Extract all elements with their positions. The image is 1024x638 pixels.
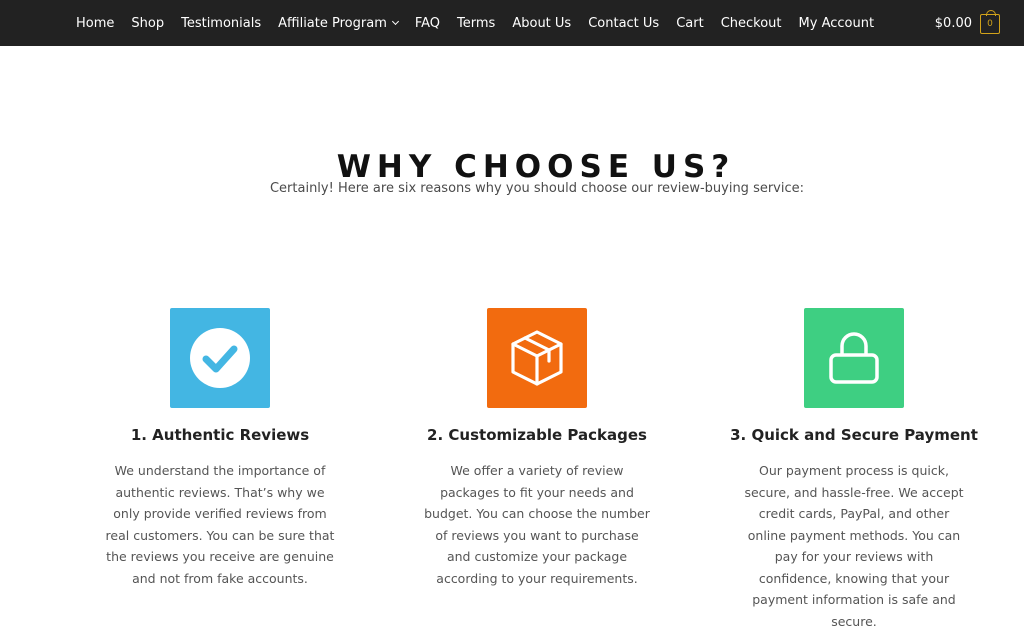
- nav-label: Cart: [676, 15, 704, 31]
- nav-item-contact-us[interactable]: Contact Us: [588, 16, 659, 31]
- nav-item-shop[interactable]: Shop: [131, 16, 164, 31]
- chevron-down-icon: [391, 17, 399, 26]
- feature-description: Our payment process is quick, secure, an…: [744, 463, 964, 629]
- nav-label: About Us: [512, 15, 572, 31]
- top-navigation-bar: Home Shop Testimonials Affiliate Program…: [0, 0, 1024, 46]
- main-menu: Home Shop Testimonials Affiliate Program…: [76, 0, 874, 46]
- nav-label: Contact Us: [588, 15, 660, 31]
- feature-description: We offer a variety of review packages to…: [424, 463, 650, 586]
- nav-item-cart[interactable]: Cart: [676, 16, 704, 31]
- nav-item-terms[interactable]: Terms: [457, 16, 495, 31]
- nav-item-affiliate-program[interactable]: Affiliate Program: [278, 15, 399, 31]
- nav-label: FAQ: [414, 15, 441, 31]
- feature-icon-box: [487, 308, 587, 408]
- feature-authentic-reviews: 1. Authentic Reviews We understand the i…: [90, 308, 350, 589]
- nav-item-testimonials[interactable]: Testimonials: [181, 16, 261, 31]
- nav-label: Terms: [457, 15, 496, 31]
- padlock-icon: [829, 332, 879, 384]
- feature-customizable-packages: 2. Customizable Packages We offer a vari…: [407, 308, 667, 589]
- feature-quick-secure-payment: 3. Quick and Secure Payment Our payment …: [724, 308, 984, 632]
- feature-icon-box: [170, 308, 270, 408]
- feature-title: 3. Quick and Secure Payment: [730, 426, 978, 444]
- section-subtitle: Certainly! Here are six reasons why you …: [269, 181, 805, 196]
- nav-label: Testimonials: [181, 15, 262, 31]
- package-box-icon: [511, 330, 563, 386]
- cart-count-badge: 0: [987, 18, 993, 29]
- cart-total[interactable]: $0.00: [935, 16, 972, 31]
- nav-label: Affiliate Program: [278, 15, 387, 31]
- header-cart: $0.00 0: [935, 0, 1000, 46]
- nav-label: Shop: [131, 15, 165, 31]
- feature-title: 1. Authentic Reviews: [130, 426, 310, 444]
- section-title: WHY CHOOSE US?: [336, 148, 736, 185]
- checkmark-circle-icon: [190, 328, 250, 388]
- nav-label: My Account: [798, 15, 875, 31]
- nav-item-checkout[interactable]: Checkout: [721, 16, 782, 31]
- nav-item-faq[interactable]: FAQ: [415, 16, 440, 31]
- feature-title: 2. Customizable Packages: [427, 426, 647, 444]
- nav-item-my-account[interactable]: My Account: [799, 16, 875, 31]
- nav-label: Home: [76, 15, 115, 31]
- feature-description: We understand the importance of authenti…: [105, 463, 335, 586]
- nav-item-about-us[interactable]: About Us: [512, 16, 571, 31]
- feature-icon-box: [804, 308, 904, 408]
- shopping-bag-icon[interactable]: 0: [980, 10, 1000, 34]
- nav-item-home[interactable]: Home: [76, 16, 114, 31]
- nav-label: Checkout: [720, 15, 782, 31]
